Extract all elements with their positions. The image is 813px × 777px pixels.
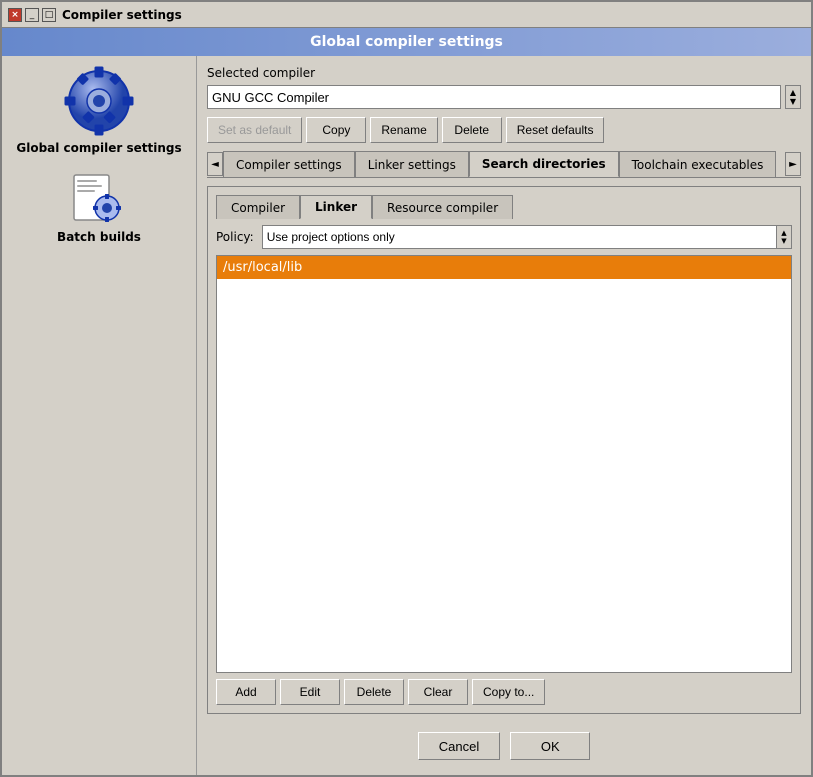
sidebar: Global compiler settings bbox=[2, 56, 197, 775]
add-button[interactable]: Add bbox=[216, 679, 276, 705]
minimize-button[interactable]: _ bbox=[25, 8, 39, 22]
reset-defaults-button[interactable]: Reset defaults bbox=[506, 117, 605, 143]
compiler-spinbox[interactable]: ▲▼ bbox=[785, 85, 801, 109]
sub-tabs: Compiler Linker Resource compiler bbox=[216, 195, 792, 219]
selected-compiler-label: Selected compiler bbox=[207, 66, 801, 80]
restore-icon: □ bbox=[45, 10, 54, 20]
tab-next-button[interactable]: ► bbox=[785, 152, 801, 176]
batch-icon bbox=[69, 170, 129, 225]
close-button[interactable]: × bbox=[8, 8, 22, 22]
tabs-list: Compiler settings Linker settings Search… bbox=[223, 151, 785, 177]
toolbar-row: Set as default Copy Rename Delete Reset … bbox=[207, 117, 801, 143]
window: × _ □ Compiler settings Global compiler … bbox=[0, 0, 813, 777]
tab-search-directories[interactable]: Search directories bbox=[469, 151, 619, 177]
inner-panel: Compiler Linker Resource compiler Policy… bbox=[207, 186, 801, 714]
delete-button[interactable]: Delete bbox=[442, 117, 502, 143]
policy-select[interactable]: Use project options only bbox=[262, 225, 792, 249]
sub-tab-resource-compiler[interactable]: Resource compiler bbox=[372, 195, 513, 219]
tab-linker-settings[interactable]: Linker settings bbox=[355, 151, 469, 177]
compiler-row: GNU GCC Compiler ▲▼ bbox=[207, 85, 801, 109]
titlebar: × _ □ Compiler settings bbox=[2, 2, 811, 28]
set-default-button[interactable]: Set as default bbox=[207, 117, 302, 143]
tab-prev-button[interactable]: ◄ bbox=[207, 152, 223, 176]
directory-item[interactable]: /usr/local/lib bbox=[217, 256, 791, 279]
titlebar-text: Compiler settings bbox=[62, 8, 182, 22]
directory-list[interactable]: /usr/local/lib bbox=[216, 255, 792, 673]
sidebar-main-label: Global compiler settings bbox=[16, 141, 181, 155]
window-title: Global compiler settings bbox=[2, 28, 811, 56]
delete-dir-button[interactable]: Delete bbox=[344, 679, 404, 705]
tab-toolchain-executables[interactable]: Toolchain executables bbox=[619, 151, 777, 177]
clear-button[interactable]: Clear bbox=[408, 679, 468, 705]
close-icon: × bbox=[11, 10, 19, 20]
sidebar-main-item[interactable]: Global compiler settings bbox=[16, 66, 181, 155]
titlebar-controls: × _ □ bbox=[8, 8, 56, 22]
sidebar-batch-item[interactable]: Batch builds bbox=[57, 170, 141, 244]
copy-button[interactable]: Copy bbox=[306, 117, 366, 143]
sidebar-batch-label: Batch builds bbox=[57, 230, 141, 244]
policy-spinbox[interactable]: ▲▼ bbox=[776, 225, 792, 249]
policy-row: Policy: Use project options only ▲▼ bbox=[216, 225, 792, 249]
ok-button[interactable]: OK bbox=[510, 732, 590, 760]
tab-compiler-settings[interactable]: Compiler settings bbox=[223, 151, 355, 177]
minimize-icon: _ bbox=[30, 10, 35, 20]
compiler-select[interactable]: GNU GCC Compiler bbox=[207, 85, 781, 109]
compiler-section: Selected compiler GNU GCC Compiler ▲▼ bbox=[207, 66, 801, 109]
sub-tab-compiler[interactable]: Compiler bbox=[216, 195, 300, 219]
action-row: Add Edit Delete Clear Copy to... bbox=[216, 679, 792, 705]
restore-button[interactable]: □ bbox=[42, 8, 56, 22]
right-panel: Selected compiler GNU GCC Compiler ▲▼ Se… bbox=[197, 56, 811, 775]
gear-icon bbox=[64, 66, 134, 136]
dialog-row: Cancel OK bbox=[207, 722, 801, 765]
edit-button[interactable]: Edit bbox=[280, 679, 340, 705]
sub-tab-linker[interactable]: Linker bbox=[300, 195, 372, 219]
main-content: Global compiler settings bbox=[2, 56, 811, 775]
cancel-button[interactable]: Cancel bbox=[418, 732, 500, 760]
policy-label: Policy: bbox=[216, 230, 254, 244]
rename-button[interactable]: Rename bbox=[370, 117, 437, 143]
copy-to-button[interactable]: Copy to... bbox=[472, 679, 545, 705]
outer-tabs: ◄ Compiler settings Linker settings Sear… bbox=[207, 151, 801, 178]
policy-select-wrap: Use project options only ▲▼ bbox=[262, 225, 792, 249]
